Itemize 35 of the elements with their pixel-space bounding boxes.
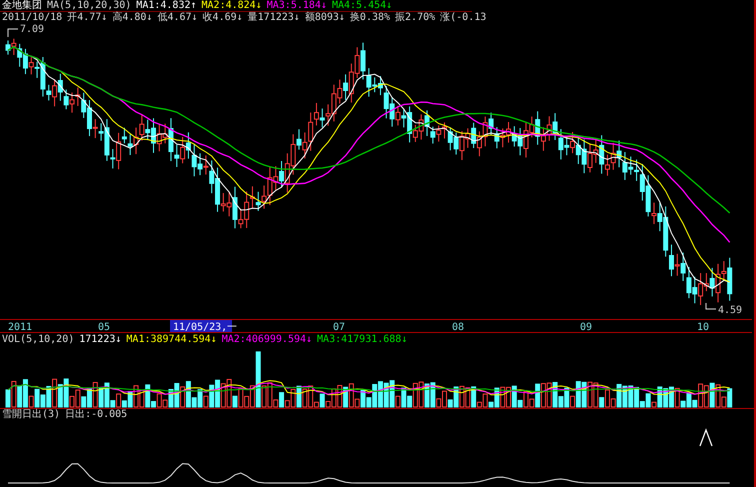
axis-label: 08	[452, 322, 464, 333]
indicator-name: 雪開日出(3)	[2, 409, 60, 420]
quote-value: 低4.67↓	[157, 12, 198, 23]
low-price-label: 4.59	[718, 305, 742, 316]
indicator-name: MA(5,10,20,30)	[47, 0, 132, 11]
moving-average-value: MA3:5.184↓	[266, 0, 327, 11]
axis-label: 2011	[8, 322, 32, 333]
moving-average-value: MA2:406999.594↓	[222, 334, 312, 345]
quote-value: 换0.38%	[350, 12, 390, 23]
leader-line	[706, 302, 716, 310]
quote-value: 量171223↓	[248, 12, 300, 23]
axis-label: 10	[697, 322, 710, 333]
quote-value: 涨(-0.13	[440, 12, 486, 23]
moving-average-value: MA4:5.454↓	[332, 0, 392, 11]
moving-average-value: MA2:4.824↓	[202, 0, 262, 11]
axis-label: 05	[98, 322, 110, 333]
quote-value: 高4.80↓	[112, 12, 152, 23]
indicator-value: 日出:-0.005	[65, 409, 128, 420]
quote-value: 额8093↓	[304, 12, 345, 23]
peak-marker-icon	[699, 428, 713, 446]
moving-average-value: MA1:4.832↑	[136, 0, 197, 11]
quote-value: 收4.69↓	[202, 12, 243, 23]
stock-name: 金地集团	[2, 0, 42, 11]
indicator-name: VOL(5,10,20)	[2, 334, 74, 345]
moving-average-value: MA3:417931.688↓	[317, 334, 408, 345]
date-cursor-label: 11/05/23,一	[170, 320, 238, 333]
high-price-label: 7.09	[20, 24, 44, 35]
volume-value: 171223↓	[79, 334, 122, 345]
quote-value: 振2.70%	[395, 12, 436, 23]
axis-label: 07	[333, 322, 346, 333]
axis-label: 09	[580, 322, 592, 333]
quote-value: 2011/10/18	[2, 12, 62, 23]
quote-value: 开4.77↓	[67, 12, 108, 23]
moving-average-value: MA1:389744.594↓	[126, 334, 217, 345]
leader-line	[8, 28, 18, 38]
